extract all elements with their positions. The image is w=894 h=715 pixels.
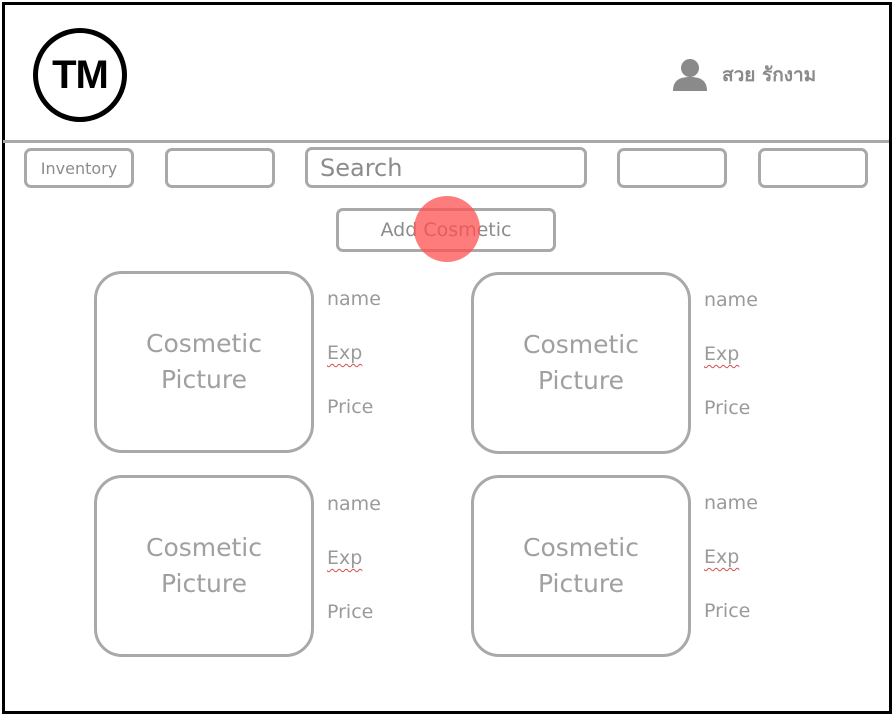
name-label: name [704, 289, 758, 311]
logo-text: TM [52, 52, 109, 97]
name-label: name [704, 492, 758, 514]
name-label: name [327, 288, 381, 310]
cosmetic-details: name Exp Price [704, 289, 758, 451]
cosmetic-picture[interactable]: Cosmetic Picture [94, 271, 314, 453]
exp-label: Exp [704, 343, 740, 365]
exp-label: Exp [327, 547, 363, 569]
cosmetic-details: name Exp Price [704, 492, 758, 654]
picture-line2: Picture [538, 366, 624, 395]
picture-line1: Cosmetic [145, 533, 262, 562]
search-input[interactable]: Search [305, 147, 587, 188]
picture-line2: Picture [161, 365, 247, 394]
exp-label: Exp [327, 342, 363, 364]
user-name: สวย รักงาม [722, 64, 817, 86]
search-placeholder: Search [320, 153, 403, 182]
nav-button-5[interactable] [758, 148, 868, 188]
inventory-label: Inventory [40, 158, 118, 178]
picture-line2: Picture [538, 569, 624, 598]
picture-line1: Cosmetic [522, 330, 639, 359]
header-divider [3, 140, 889, 143]
inventory-button[interactable]: Inventory [24, 148, 134, 188]
cosmetic-picture[interactable]: Cosmetic Picture [471, 272, 691, 454]
name-label: name [327, 493, 381, 515]
cosmetic-details: name Exp Price [327, 493, 381, 655]
click-indicator [414, 196, 480, 262]
cosmetic-details: name Exp Price [327, 288, 381, 450]
tm-logo[interactable]: TM [33, 28, 127, 122]
cosmetic-picture[interactable]: Cosmetic Picture [94, 475, 314, 657]
picture-line1: Cosmetic [145, 329, 262, 358]
price-label: Price [327, 396, 374, 418]
price-label: Price [704, 600, 751, 622]
user-profile[interactable]: สวย รักงาม [672, 58, 816, 92]
price-label: Price [704, 397, 751, 419]
picture-line1: Cosmetic [522, 533, 639, 562]
exp-label: Exp [704, 546, 740, 568]
picture-line2: Picture [161, 569, 247, 598]
nav-button-2[interactable] [165, 148, 275, 188]
cosmetic-picture[interactable]: Cosmetic Picture [471, 475, 691, 657]
price-label: Price [327, 601, 374, 623]
user-icon [673, 59, 707, 91]
nav-button-4[interactable] [617, 148, 727, 188]
